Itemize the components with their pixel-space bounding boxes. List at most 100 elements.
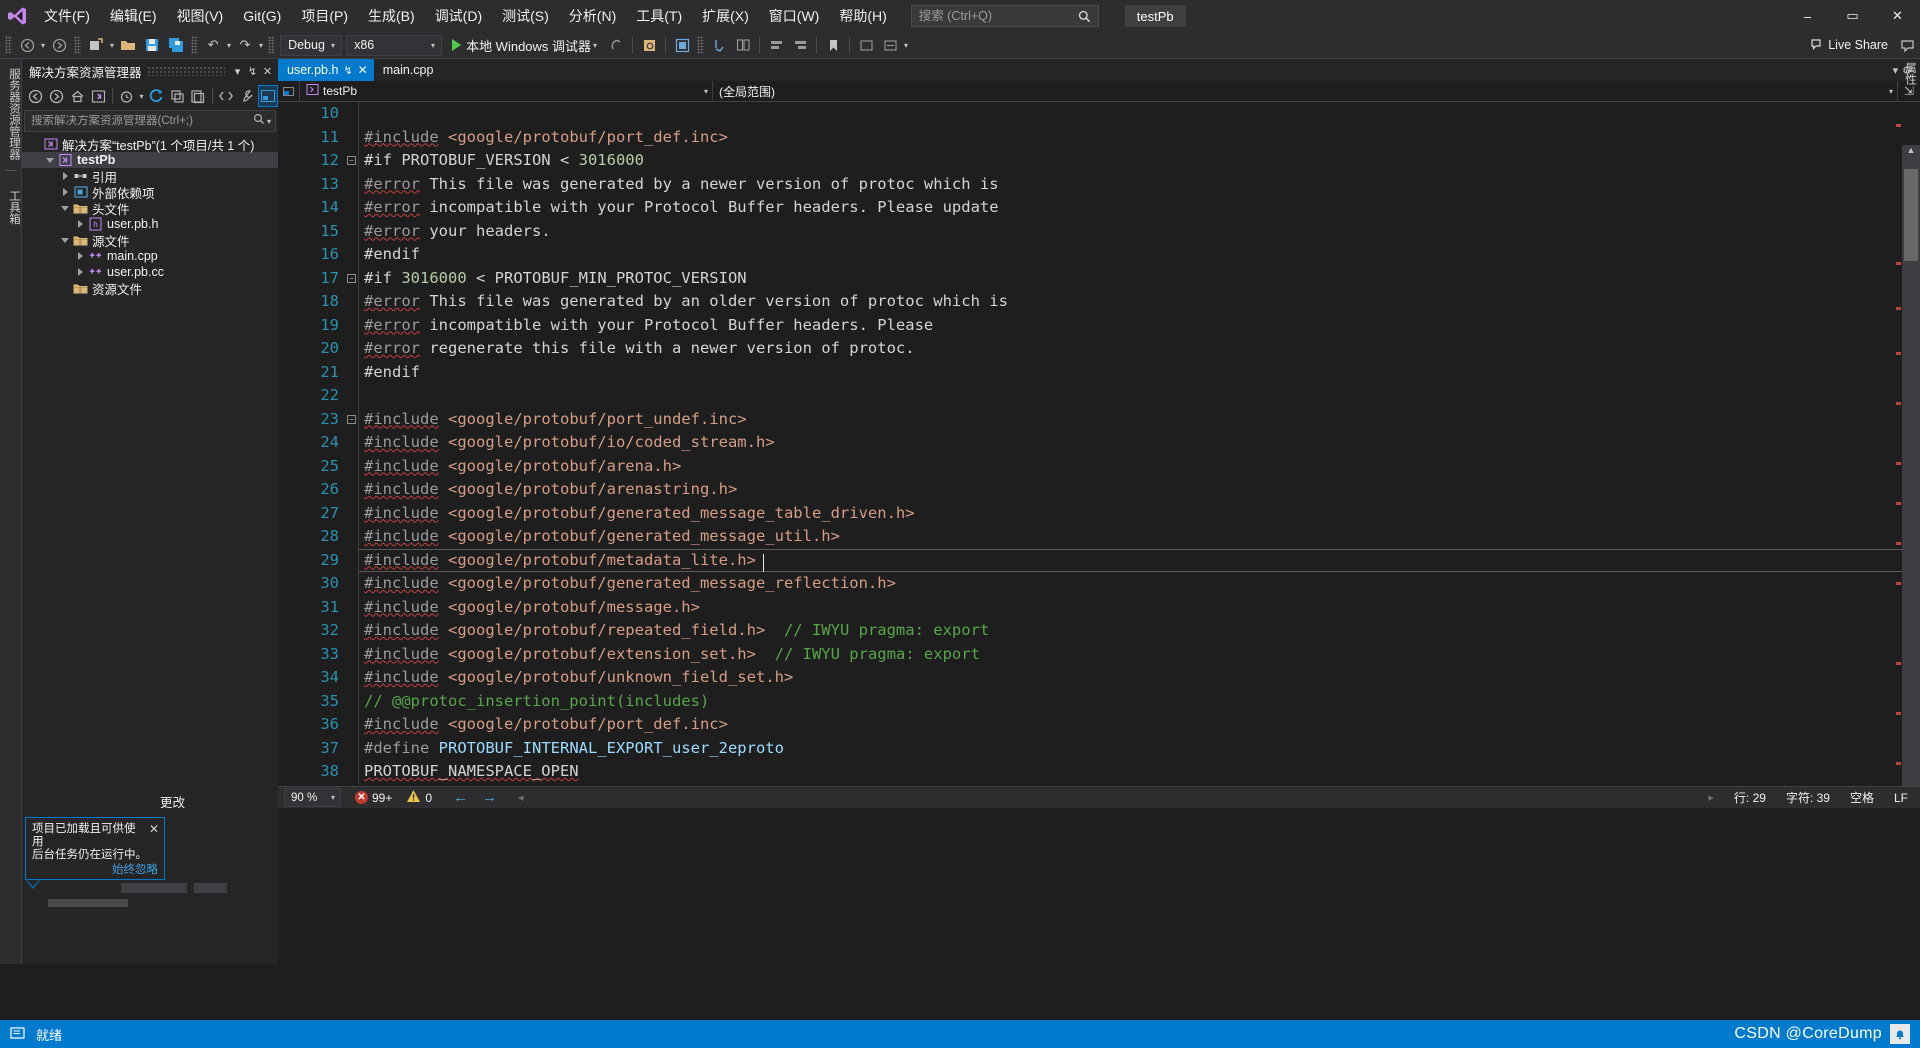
error-count-badge[interactable]: ✕ 99+ [355,791,392,805]
panel-button-1[interactable] [121,883,187,893]
auto-hide-icon[interactable] [638,34,660,56]
panel-horizontal-scrollbar[interactable] [48,899,128,907]
code-line[interactable]: #include <google/protobuf/unknown_field_… [358,666,1920,690]
code-line[interactable]: #include <google/protobuf/io/coded_strea… [358,431,1920,455]
code-line[interactable] [358,102,1920,126]
solution-configuration-dropdown[interactable]: Debug ▾ [280,34,343,56]
save-icon[interactable] [141,34,163,56]
code-line[interactable]: #if 3016000 < PROTOBUF_MIN_PROTOC_VERSIO… [358,267,1920,291]
code-line[interactable]: #if PROTOBUF_VERSION < 3016000 [358,149,1920,173]
error-marker[interactable] [1896,462,1901,465]
code-line[interactable]: #endif [358,243,1920,267]
tab-user-pb-h[interactable]: user.pb.h ↯ ✕ [278,59,374,81]
code-line[interactable]: #error incompatible with your Protocol B… [358,314,1920,338]
search-options-caret-icon[interactable]: ▾ [265,117,273,126]
chevron-right-icon[interactable] [73,252,87,260]
code-line[interactable]: #include <google/protobuf/message.h> [358,596,1920,620]
feedback-icon[interactable] [1894,34,1920,56]
minimize-button[interactable]: – [1785,0,1830,32]
tree-item[interactable]: 头文件 [22,200,278,217]
line-ending-status[interactable]: LF [1894,791,1908,805]
error-marker[interactable] [1896,307,1901,310]
panel-pin-icon[interactable]: ↯ [245,61,260,81]
compare-files-icon[interactable] [732,34,754,56]
code-line[interactable]: #include <google/protobuf/repeated_field… [358,619,1920,643]
tree-item[interactable]: 资源文件 [22,280,278,297]
tree-item[interactable]: user.pb.cc [22,264,278,280]
code-line[interactable]: #endif [358,361,1920,385]
close-button[interactable]: ✕ [1875,0,1920,32]
tree-item[interactable]: main.cpp [22,248,278,264]
redo-caret-icon[interactable]: ▾ [257,41,265,50]
menu-extensions[interactable]: 扩展(X) [692,0,759,32]
menu-file[interactable]: 文件(F) [34,0,100,32]
menu-window[interactable]: 窗口(W) [759,0,830,32]
code-editor-surface[interactable]: 10 11 12 13 14 15 16 17 18 19 20 21 22 23 24 25 26 27 28 29… [278,102,1920,786]
panel-menu-icon[interactable]: ▾ [230,61,245,81]
error-marker[interactable] [1896,582,1901,585]
save-all-icon[interactable] [165,34,187,56]
properties-tab[interactable]: 属性 [1902,62,1918,85]
scroll-up-arrow[interactable]: ▲ [1902,145,1920,161]
panel-close-icon[interactable]: ✕ [260,61,275,81]
new-project-icon[interactable] [85,34,107,56]
toolbar-grip-4[interactable] [268,36,276,54]
toolbar-grip[interactable] [5,36,12,54]
fold-collapse-icon[interactable]: − [345,408,358,432]
undo-button[interactable]: ↶ [202,34,224,56]
solution-icon[interactable] [88,85,108,107]
toolbar-overflow-caret-icon[interactable]: ▾ [902,41,910,50]
code-line[interactable]: #include <google/protobuf/port_def.inc> [358,713,1920,737]
toolbar-grip-5[interactable] [697,36,705,54]
menu-debug[interactable]: 调试(D) [425,0,492,32]
code-line[interactable]: #include <google/protobuf/generated_mess… [358,525,1920,549]
expand-status-icon[interactable]: ▸ [1708,791,1714,804]
previous-error-button[interactable]: ← [446,789,475,806]
menu-build[interactable]: 生成(B) [358,0,425,32]
menu-edit[interactable]: 编辑(E) [100,0,167,32]
scrollbar-thumb[interactable] [1904,169,1918,261]
code-line[interactable]: #error This file was generated by a newe… [358,173,1920,197]
bookmark-icon[interactable] [822,34,844,56]
tab-list-dropdown-icon[interactable]: ▾ [1893,64,1899,77]
member-scope-dropdown[interactable]: (全局范围) ▾ [713,80,1898,102]
error-marker[interactable] [1896,762,1901,765]
chevron-right-icon[interactable] [73,220,87,228]
menu-analyze[interactable]: 分析(N) [559,0,626,32]
warning-count-badge[interactable]: 0 [406,789,432,806]
chevron-down-icon[interactable] [58,205,72,211]
indentation-status[interactable]: 空格 [1850,789,1874,806]
editor-vertical-scrollbar[interactable]: ▲ ▼ [1902,145,1920,786]
chevron-down-icon[interactable] [43,157,57,163]
toolbar-grip-3[interactable] [191,36,199,54]
home-icon[interactable] [67,85,87,107]
error-marker[interactable] [1896,352,1901,355]
undo-caret-icon[interactable]: ▾ [225,41,233,50]
server-explorer-tab[interactable]: 服务器资源管理器 [0,59,22,160]
toolbar-icon-7[interactable] [765,34,787,56]
start-debugging-button[interactable]: 本地 Windows 调试器 ▾ [447,34,604,56]
code-line[interactable]: #error This file was generated by an old… [358,290,1920,314]
code-line[interactable] [358,384,1920,408]
tab-main-cpp[interactable]: main.cpp [373,59,440,81]
global-search-box[interactable] [910,5,1099,27]
code-line[interactable]: #include <google/protobuf/metadata_lite.… [358,548,1920,572]
notification-ignore-link[interactable]: 始终忽略 [112,861,158,877]
notification-close-icon[interactable]: ✕ [149,822,159,836]
chevron-right-icon[interactable] [73,268,87,276]
menu-view[interactable]: 视图(V) [167,0,234,32]
navigate-forward-button[interactable] [48,34,70,56]
navigate-backward-caret-icon[interactable]: ▾ [39,41,47,50]
forward-icon[interactable] [47,85,67,107]
pending-changes-caret-icon[interactable]: ▾ [137,92,145,101]
code-line[interactable]: // @@protoc_insertion_point(includes) [358,690,1920,714]
menu-project[interactable]: 项目(P) [291,0,358,32]
panel-drag-handle[interactable] [146,66,225,76]
live-share-button[interactable]: Live Share [1809,37,1894,54]
redo-button[interactable]: ↷ [234,34,256,56]
fold-collapse-icon[interactable]: − [345,149,358,173]
code-line[interactable]: PROTOBUF_NAMESPACE_OPEN [358,760,1920,784]
split-view-icon[interactable] [278,80,300,102]
tree-item[interactable]: 源文件 [22,232,278,249]
zoom-level-dropdown[interactable]: 90 % ▾ [284,788,341,807]
